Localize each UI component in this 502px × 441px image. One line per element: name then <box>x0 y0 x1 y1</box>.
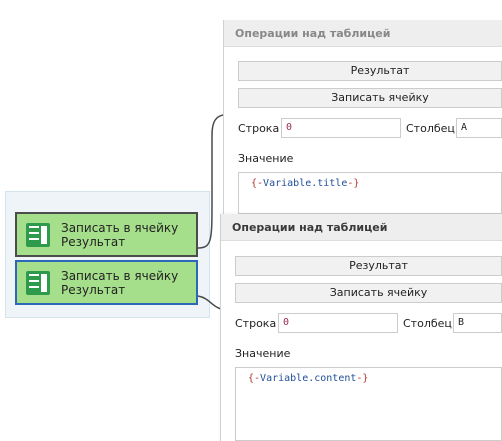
value-close-brace: -} <box>347 178 360 189</box>
row-input[interactable]: 0 <box>281 118 401 138</box>
row-input[interactable]: 0 <box>278 313 398 333</box>
value-close-brace: -} <box>356 373 369 384</box>
panel-title: Операции над таблицей <box>224 20 502 47</box>
value-textarea[interactable]: {-Variable.title-} <box>238 172 502 214</box>
column-label: Столбец <box>406 122 455 135</box>
column-input[interactable]: A <box>456 118 502 138</box>
action-node-write-cell-1[interactable]: Записать в ячейку Результат <box>15 212 198 257</box>
workspace: Записать в ячейку Результат Записать в я… <box>0 0 502 441</box>
value-open-brace: {- <box>248 373 261 384</box>
table-icon <box>26 223 50 247</box>
value-textarea[interactable]: {-Variable.content-} <box>235 367 502 441</box>
node-title: Записать в ячейку <box>61 269 179 283</box>
table-select-button[interactable]: Результат <box>235 256 502 276</box>
action-select-button[interactable]: Записать ячейку <box>238 88 502 108</box>
panel-title: Операции над таблицей <box>221 214 502 241</box>
value-label: Значение <box>235 347 291 360</box>
column-input[interactable]: B <box>453 313 502 333</box>
table-icon <box>26 271 50 295</box>
node-subtitle: Результат <box>61 283 126 297</box>
action-select-button[interactable]: Записать ячейку <box>235 283 502 303</box>
row-label: Строка <box>235 317 277 330</box>
value-open-brace: {- <box>251 178 264 189</box>
node-title: Записать в ячейку <box>61 221 179 235</box>
value-variable: Variable.content <box>260 373 357 384</box>
table-select-button[interactable]: Результат <box>238 61 502 81</box>
value-variable: Variable.title <box>263 178 348 189</box>
value-label: Значение <box>238 152 294 165</box>
action-node-write-cell-2[interactable]: Записать в ячейку Результат <box>15 260 198 305</box>
column-label: Столбец <box>403 317 452 330</box>
row-label: Строка <box>238 122 280 135</box>
node-subtitle: Результат <box>61 235 126 249</box>
